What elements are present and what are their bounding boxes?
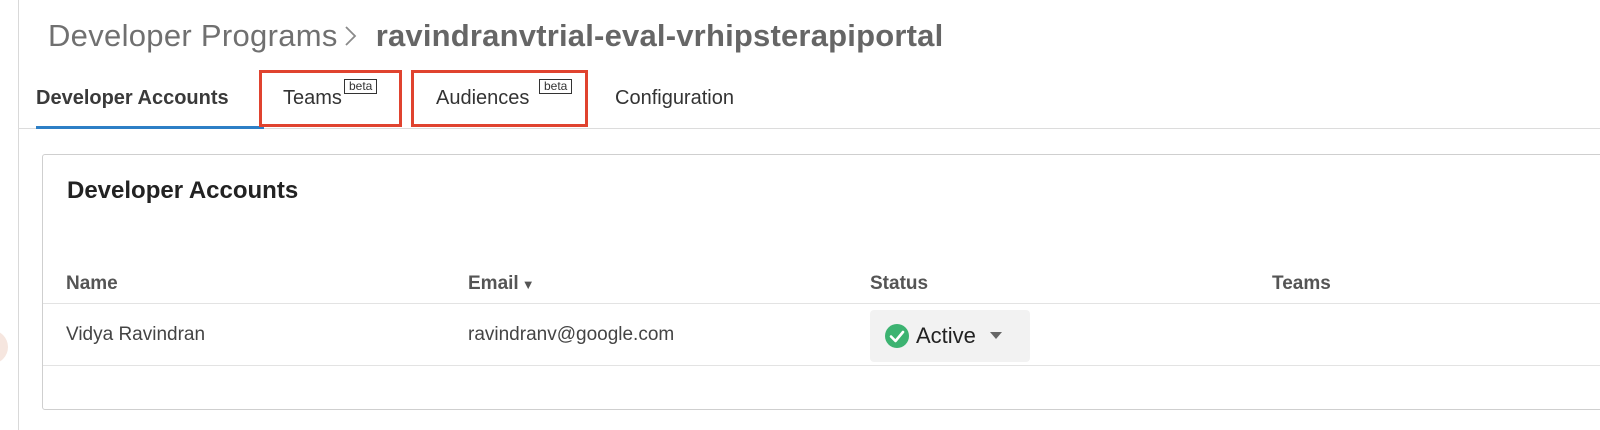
tab-audiences[interactable]: Audiences beta (411, 70, 588, 127)
column-header-status[interactable]: Status (870, 266, 928, 302)
breadcrumb-parent-link[interactable]: Developer Programs (48, 18, 338, 54)
active-tab-underline (36, 126, 264, 129)
breadcrumb: Developer Programs ravindranvtrial-eval-… (48, 14, 943, 58)
beta-badge: beta (344, 79, 378, 94)
column-label: Name (66, 273, 118, 294)
sort-desc-icon: ▼ (521, 276, 535, 292)
column-label: Email (468, 273, 519, 294)
left-edge-decoration (0, 330, 8, 364)
card-title: Developer Accounts (67, 177, 299, 204)
tab-developer-accounts[interactable]: Developer Accounts (36, 70, 266, 129)
page-title: ravindranvtrial-eval-vrhipsterapiportal (375, 18, 944, 53)
check-circle-icon (885, 324, 909, 348)
tab-teams[interactable]: Teams beta (259, 70, 402, 127)
column-header-teams[interactable]: Teams (1272, 266, 1331, 302)
cell-email: ravindranv@google.com (468, 324, 675, 345)
tab-label: Audiences (436, 87, 530, 109)
tab-configuration[interactable]: Configuration (615, 70, 775, 127)
column-header-name[interactable]: Name (66, 266, 118, 302)
left-border-rule (18, 0, 19, 430)
tab-label: Teams (283, 87, 342, 109)
beta-badge: beta (539, 79, 573, 94)
developer-accounts-card: Developer Accounts (42, 154, 1600, 410)
tab-label: Developer Accounts (36, 87, 229, 109)
caret-down-icon (989, 332, 1002, 339)
chevron-right-icon (342, 21, 364, 51)
cell-name[interactable]: Vidya Ravindran (66, 305, 205, 365)
tab-bar: Developer Accounts Teams beta Audiences … (18, 70, 1600, 129)
column-header-email[interactable]: Email ▼ (468, 266, 535, 302)
column-label: Status (870, 273, 929, 294)
status-label: Active (916, 323, 976, 348)
tab-label: Configuration (615, 87, 734, 109)
table-row-divider (43, 365, 1600, 366)
table-header-divider (43, 303, 1600, 304)
status-dropdown[interactable]: Active (870, 310, 1030, 362)
column-label: Teams (1272, 273, 1331, 294)
